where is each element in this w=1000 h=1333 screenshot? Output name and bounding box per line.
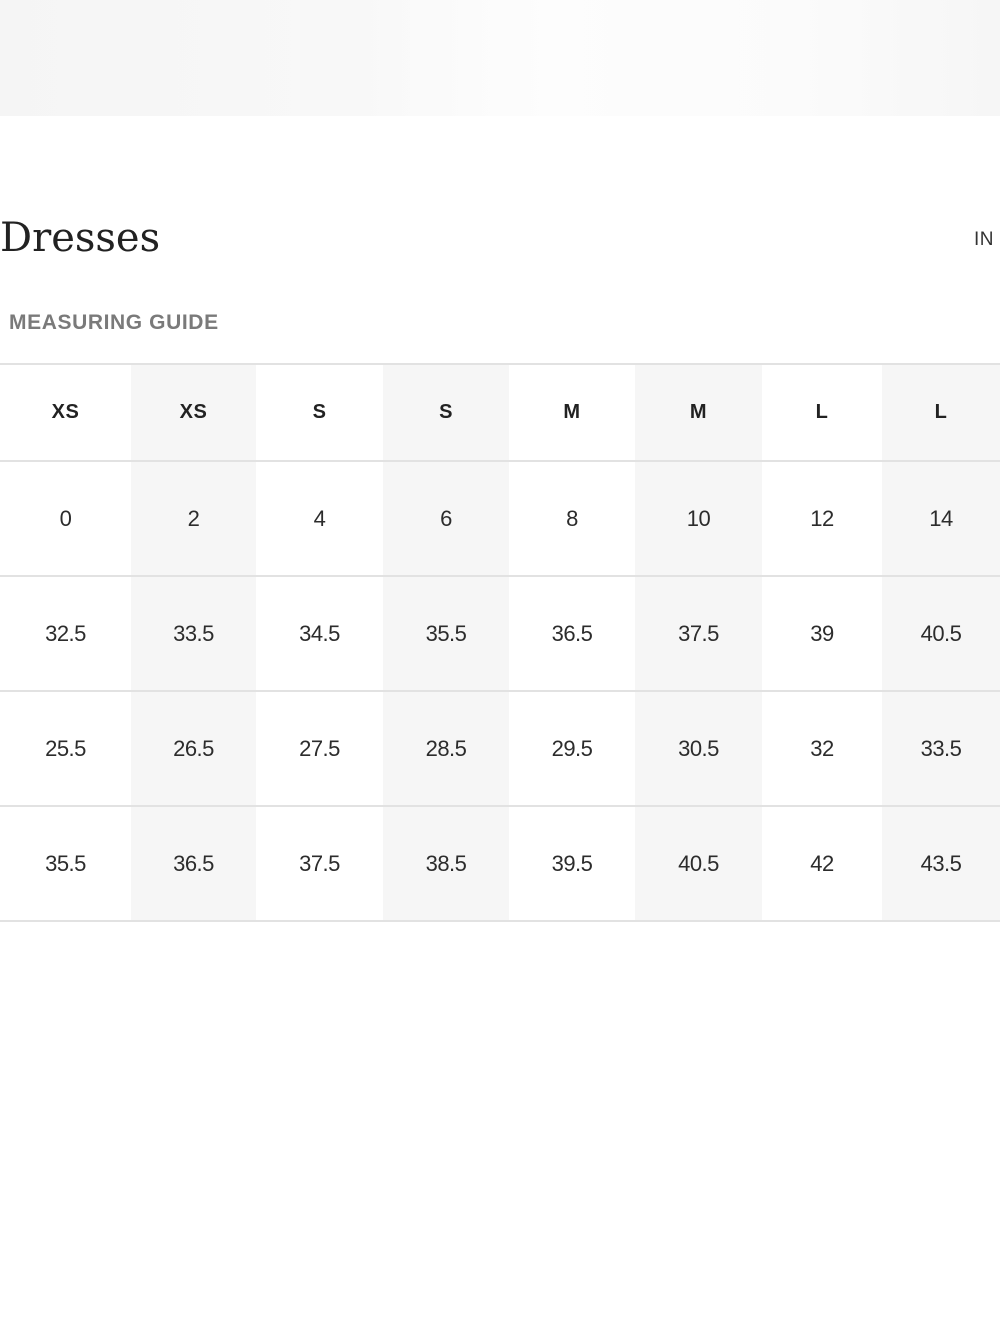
table-cell: 25.5	[0, 691, 131, 807]
size-label-cell: L	[882, 364, 1000, 462]
unit-toggle[interactable]: IN	[974, 226, 994, 254]
table-row: 35.5 36.5 37.5 38.5 39.5 40.5 42 43.5	[0, 806, 1000, 922]
table-cell: 28.5	[383, 691, 509, 807]
table-cell: 10	[635, 461, 762, 577]
table-cell: 29.5	[509, 691, 635, 807]
table-cell: 4	[256, 461, 383, 577]
size-label-cell: XS	[131, 364, 256, 462]
table-cell: 34.5	[256, 576, 383, 692]
table-cell: 32	[762, 691, 882, 807]
size-label-row: XS XS S S M M L L	[0, 364, 1000, 462]
table-cell: 6	[383, 461, 509, 577]
table-cell: 38.5	[383, 806, 509, 922]
table-cell: 35.5	[383, 576, 509, 692]
table-cell: 12	[762, 461, 882, 577]
table-cell: 39	[762, 576, 882, 692]
size-label-cell: M	[509, 364, 635, 462]
size-chart-table: XS XS S S M M L L 0 2 4 6 8 10 12 14 32.…	[0, 363, 1000, 922]
table-cell: 8	[509, 461, 635, 577]
table-row: 0 2 4 6 8 10 12 14	[0, 461, 1000, 577]
table-cell: 30.5	[635, 691, 762, 807]
table-cell: 40.5	[882, 576, 1000, 692]
size-label-cell: L	[762, 364, 882, 462]
table-cell: 27.5	[256, 691, 383, 807]
header-image-band	[0, 0, 1000, 116]
table-cell: 42	[762, 806, 882, 922]
table-cell: 2	[131, 461, 256, 577]
size-label-cell: S	[383, 364, 509, 462]
table-cell: 36.5	[131, 806, 256, 922]
page-title: Dresses	[0, 215, 161, 261]
table-cell: 0	[0, 461, 131, 577]
table-cell: 26.5	[131, 691, 256, 807]
size-label-cell: M	[635, 364, 762, 462]
table-row: 25.5 26.5 27.5 28.5 29.5 30.5 32 33.5	[0, 691, 1000, 807]
table-cell: 40.5	[635, 806, 762, 922]
table-cell: 36.5	[509, 576, 635, 692]
table-cell: 39.5	[509, 806, 635, 922]
table-cell: 35.5	[0, 806, 131, 922]
table-cell: 33.5	[131, 576, 256, 692]
table-cell: 37.5	[256, 806, 383, 922]
table-row: 32.5 33.5 34.5 35.5 36.5 37.5 39 40.5	[0, 576, 1000, 692]
measuring-guide-link[interactable]: MEASURING GUIDE	[9, 309, 219, 337]
table-cell: 43.5	[882, 806, 1000, 922]
size-label-cell: S	[256, 364, 383, 462]
table-cell: 37.5	[635, 576, 762, 692]
table-cell: 14	[882, 461, 1000, 577]
table-cell: 33.5	[882, 691, 1000, 807]
size-label-cell: XS	[0, 364, 131, 462]
table-cell: 32.5	[0, 576, 131, 692]
